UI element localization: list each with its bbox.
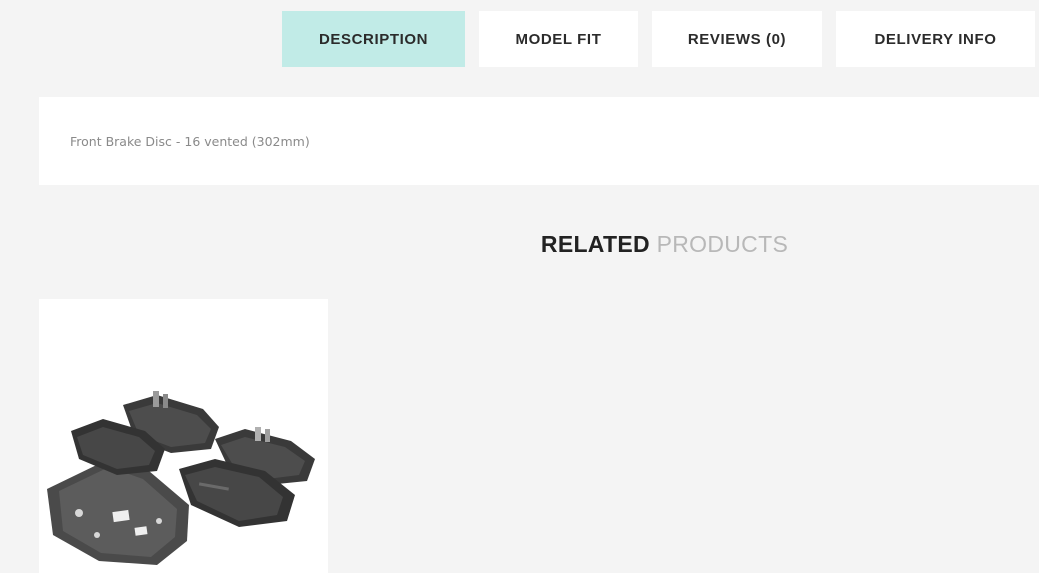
description-text: Front Brake Disc - 16 vented (302mm) [70, 134, 310, 149]
related-products-heading: RELATED PRODUCTS [0, 231, 1039, 258]
description-panel: Front Brake Disc - 16 vented (302mm) [39, 97, 1039, 185]
tab-reviews[interactable]: REVIEWS (0) [652, 11, 822, 67]
brake-pads-image [39, 299, 328, 573]
product-tabs: DESCRIPTION MODEL FIT REVIEWS (0) DELIVE… [282, 11, 1035, 67]
tab-description[interactable]: DESCRIPTION [282, 11, 465, 67]
related-heading-strong: RELATED [540, 231, 650, 257]
related-product-card[interactable] [39, 299, 328, 573]
related-heading-light: PRODUCTS [656, 231, 789, 257]
tab-model-fit[interactable]: MODEL FIT [479, 11, 638, 67]
tab-delivery-info[interactable]: DELIVERY INFO [836, 11, 1035, 67]
